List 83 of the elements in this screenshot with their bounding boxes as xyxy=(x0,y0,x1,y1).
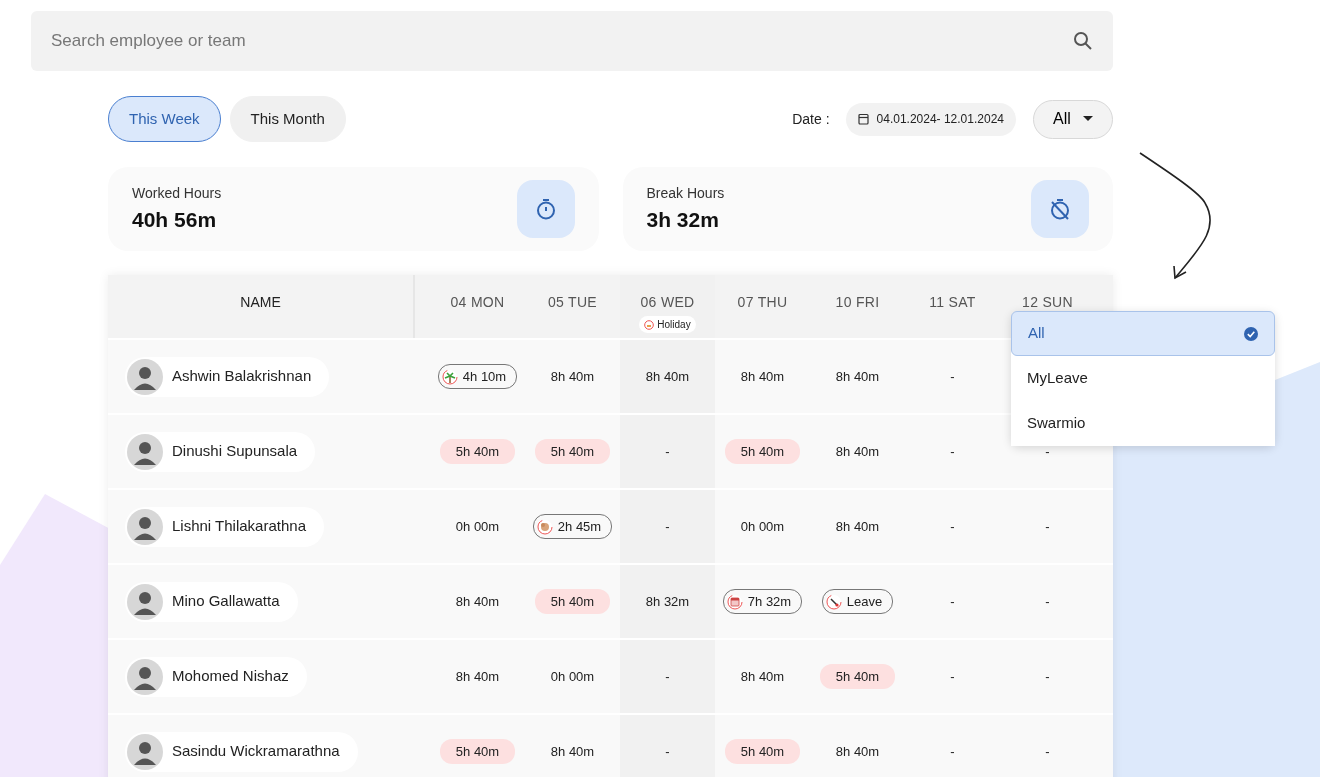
search-field[interactable]: Search employee or team xyxy=(31,11,1113,71)
short-hours-pill: 5h 40m xyxy=(439,738,516,765)
hours-value: - xyxy=(950,667,955,686)
period-tab[interactable]: This Week xyxy=(108,96,221,142)
short-hours-pill: 5h 40m xyxy=(724,438,801,465)
stat-label: Worked Hours xyxy=(132,183,222,203)
hours-value: 8h 40m xyxy=(835,742,880,761)
dropdown-option[interactable]: Swarmio xyxy=(1011,401,1275,446)
hours-value: 8h 40m xyxy=(835,517,880,536)
status-badge: 7h 32m xyxy=(722,588,803,615)
short-hours-pill: 5h 40m xyxy=(439,438,516,465)
status-badge: 2h 45m xyxy=(532,513,613,540)
hours-value: - xyxy=(950,442,955,461)
short-hours-pill: 5h 40m xyxy=(819,663,896,690)
status-badge: 4h 10m xyxy=(437,363,518,390)
hand-icon xyxy=(536,518,553,535)
hours-value: 8h 40m xyxy=(740,667,785,686)
hours-value: - xyxy=(950,517,955,536)
hours-value: - xyxy=(950,742,955,761)
hours-value: - xyxy=(665,442,670,461)
source-select[interactable]: All xyxy=(1033,99,1113,139)
employee-chip[interactable]: Lishni Thilakarathna xyxy=(125,506,324,547)
employee-chip[interactable]: Sasindu Wickramarathna xyxy=(125,731,358,772)
hours-value: 0h 00m xyxy=(550,667,595,686)
column-header: NAME xyxy=(240,293,281,312)
hours-value: - xyxy=(665,667,670,686)
hours-value: 8h 40m xyxy=(550,742,595,761)
employee-chip[interactable]: Ashwin Balakrishnan xyxy=(125,356,330,397)
check-icon xyxy=(1244,326,1258,341)
hours-value: - xyxy=(665,742,670,761)
column-label: 05 TUE xyxy=(548,293,597,312)
calendar-icon xyxy=(857,113,869,125)
stat-value: 3h 32m xyxy=(646,206,720,233)
column-label: 06 WED xyxy=(640,293,695,312)
search-icon[interactable] xyxy=(1073,31,1093,51)
short-hours-pill: 5h 40m xyxy=(534,588,611,615)
short-hours-pill: 5h 40m xyxy=(724,738,801,765)
avatar xyxy=(127,358,163,395)
dropdown-option[interactable]: MyLeave xyxy=(1011,356,1275,401)
hours-value: 0h 00m xyxy=(455,517,500,536)
avatar xyxy=(127,658,163,695)
palm-tree-icon xyxy=(441,368,458,385)
hours-value: 8h 40m xyxy=(740,367,785,386)
hours-value: - xyxy=(950,367,955,386)
hours-value: - xyxy=(665,517,670,536)
short-hours-pill: 5h 40m xyxy=(534,438,611,465)
pen-icon xyxy=(825,593,842,610)
caret-icon xyxy=(1082,116,1093,122)
avatar xyxy=(127,583,163,620)
column-label: 07 THU xyxy=(737,293,788,312)
avatar xyxy=(127,508,163,545)
dropdown-option[interactable]: All xyxy=(1011,311,1275,356)
hours-value: 8h 40m xyxy=(455,592,500,611)
status-badge: Leave xyxy=(821,588,894,615)
hours-value: - xyxy=(950,592,955,611)
avatar xyxy=(127,733,163,770)
hours-value: 8h 40m xyxy=(835,442,880,461)
column-label: 11 SAT xyxy=(929,293,976,312)
hours-value: 8h 32m xyxy=(645,592,690,611)
hours-value: - xyxy=(1045,592,1050,611)
date-label: Date : xyxy=(792,109,830,129)
column-label: 12 SUN xyxy=(1022,293,1073,312)
holiday-tag: Holiday xyxy=(639,316,696,333)
column-label: 10 FRI xyxy=(835,293,880,312)
stopwatch-off-icon xyxy=(1048,197,1072,221)
employee-chip[interactable]: Mohomed Nishaz xyxy=(125,656,307,697)
hours-value: - xyxy=(1045,742,1050,761)
hours-value: 0h 00m xyxy=(740,517,785,536)
hours-value: - xyxy=(1045,667,1050,686)
column-label: 04 MON xyxy=(450,293,505,312)
calendar-icon xyxy=(726,593,743,610)
hours-value: 8h 40m xyxy=(645,367,690,386)
hours-value: 8h 40m xyxy=(455,667,500,686)
hours-value: - xyxy=(1045,517,1050,536)
hours-value: 8h 40m xyxy=(835,367,880,386)
period-tab[interactable]: This Month xyxy=(229,96,346,142)
date-range-picker[interactable]: 04.01.2024- 12.01.2024 xyxy=(845,102,1016,136)
hours-value: 8h 40m xyxy=(550,367,595,386)
stat-label: Break Hours xyxy=(646,183,725,203)
stat-value: 40h 56m xyxy=(132,206,218,233)
avatar xyxy=(127,433,163,470)
employee-chip[interactable]: Mino Gallawatta xyxy=(125,581,298,622)
employee-chip[interactable]: Dinushi Supunsala xyxy=(125,431,316,472)
